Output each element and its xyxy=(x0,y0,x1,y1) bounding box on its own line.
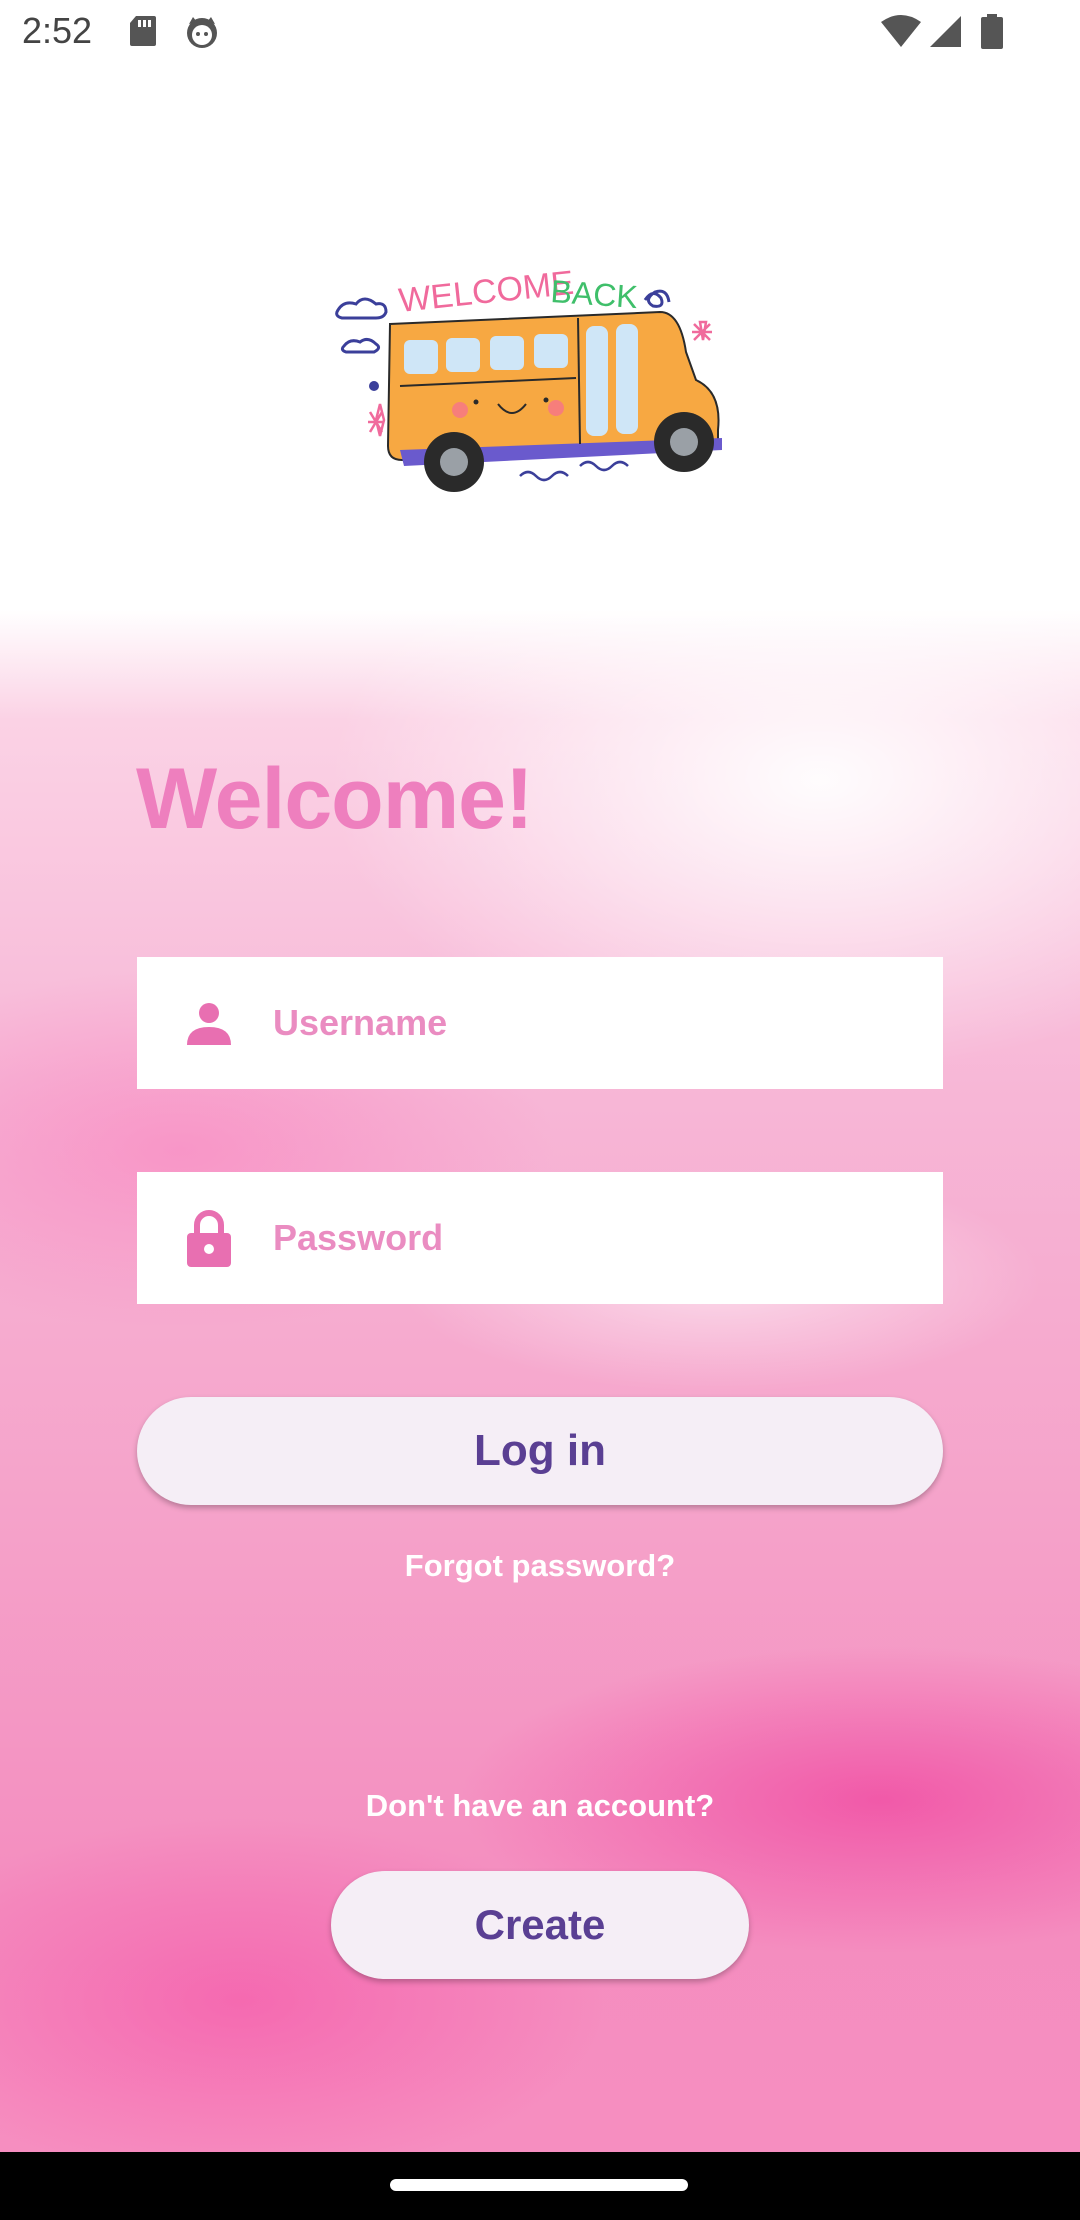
forgot-password-link[interactable]: Forgot password? xyxy=(0,1548,1080,1584)
create-account-button[interactable]: Create xyxy=(331,1871,749,1979)
username-field[interactable] xyxy=(137,957,943,1089)
welcome-title: Welcome! xyxy=(136,751,534,847)
password-field[interactable] xyxy=(137,1172,943,1304)
lock-icon xyxy=(179,1208,239,1268)
logo-welcome-text: WELCOME xyxy=(397,264,576,320)
home-gesture-handle[interactable] xyxy=(390,2179,688,2191)
cat-face-icon xyxy=(184,14,220,55)
signal-icon xyxy=(928,14,962,53)
battery-icon xyxy=(980,14,1004,55)
login-button[interactable]: Log in xyxy=(137,1397,943,1505)
sd-card-icon xyxy=(128,14,158,53)
no-account-prompt: Don't have an account? xyxy=(365,1788,715,1823)
welcome-back-bus-logo: WELCOME BACK xyxy=(330,262,750,502)
password-input[interactable] xyxy=(271,1216,925,1260)
status-bar: 2:52 xyxy=(0,0,1080,66)
username-input[interactable] xyxy=(271,1001,925,1045)
logo-back-text: BACK xyxy=(550,273,639,315)
person-icon xyxy=(179,993,239,1053)
status-time: 2:52 xyxy=(22,10,93,51)
wifi-icon xyxy=(880,14,922,53)
